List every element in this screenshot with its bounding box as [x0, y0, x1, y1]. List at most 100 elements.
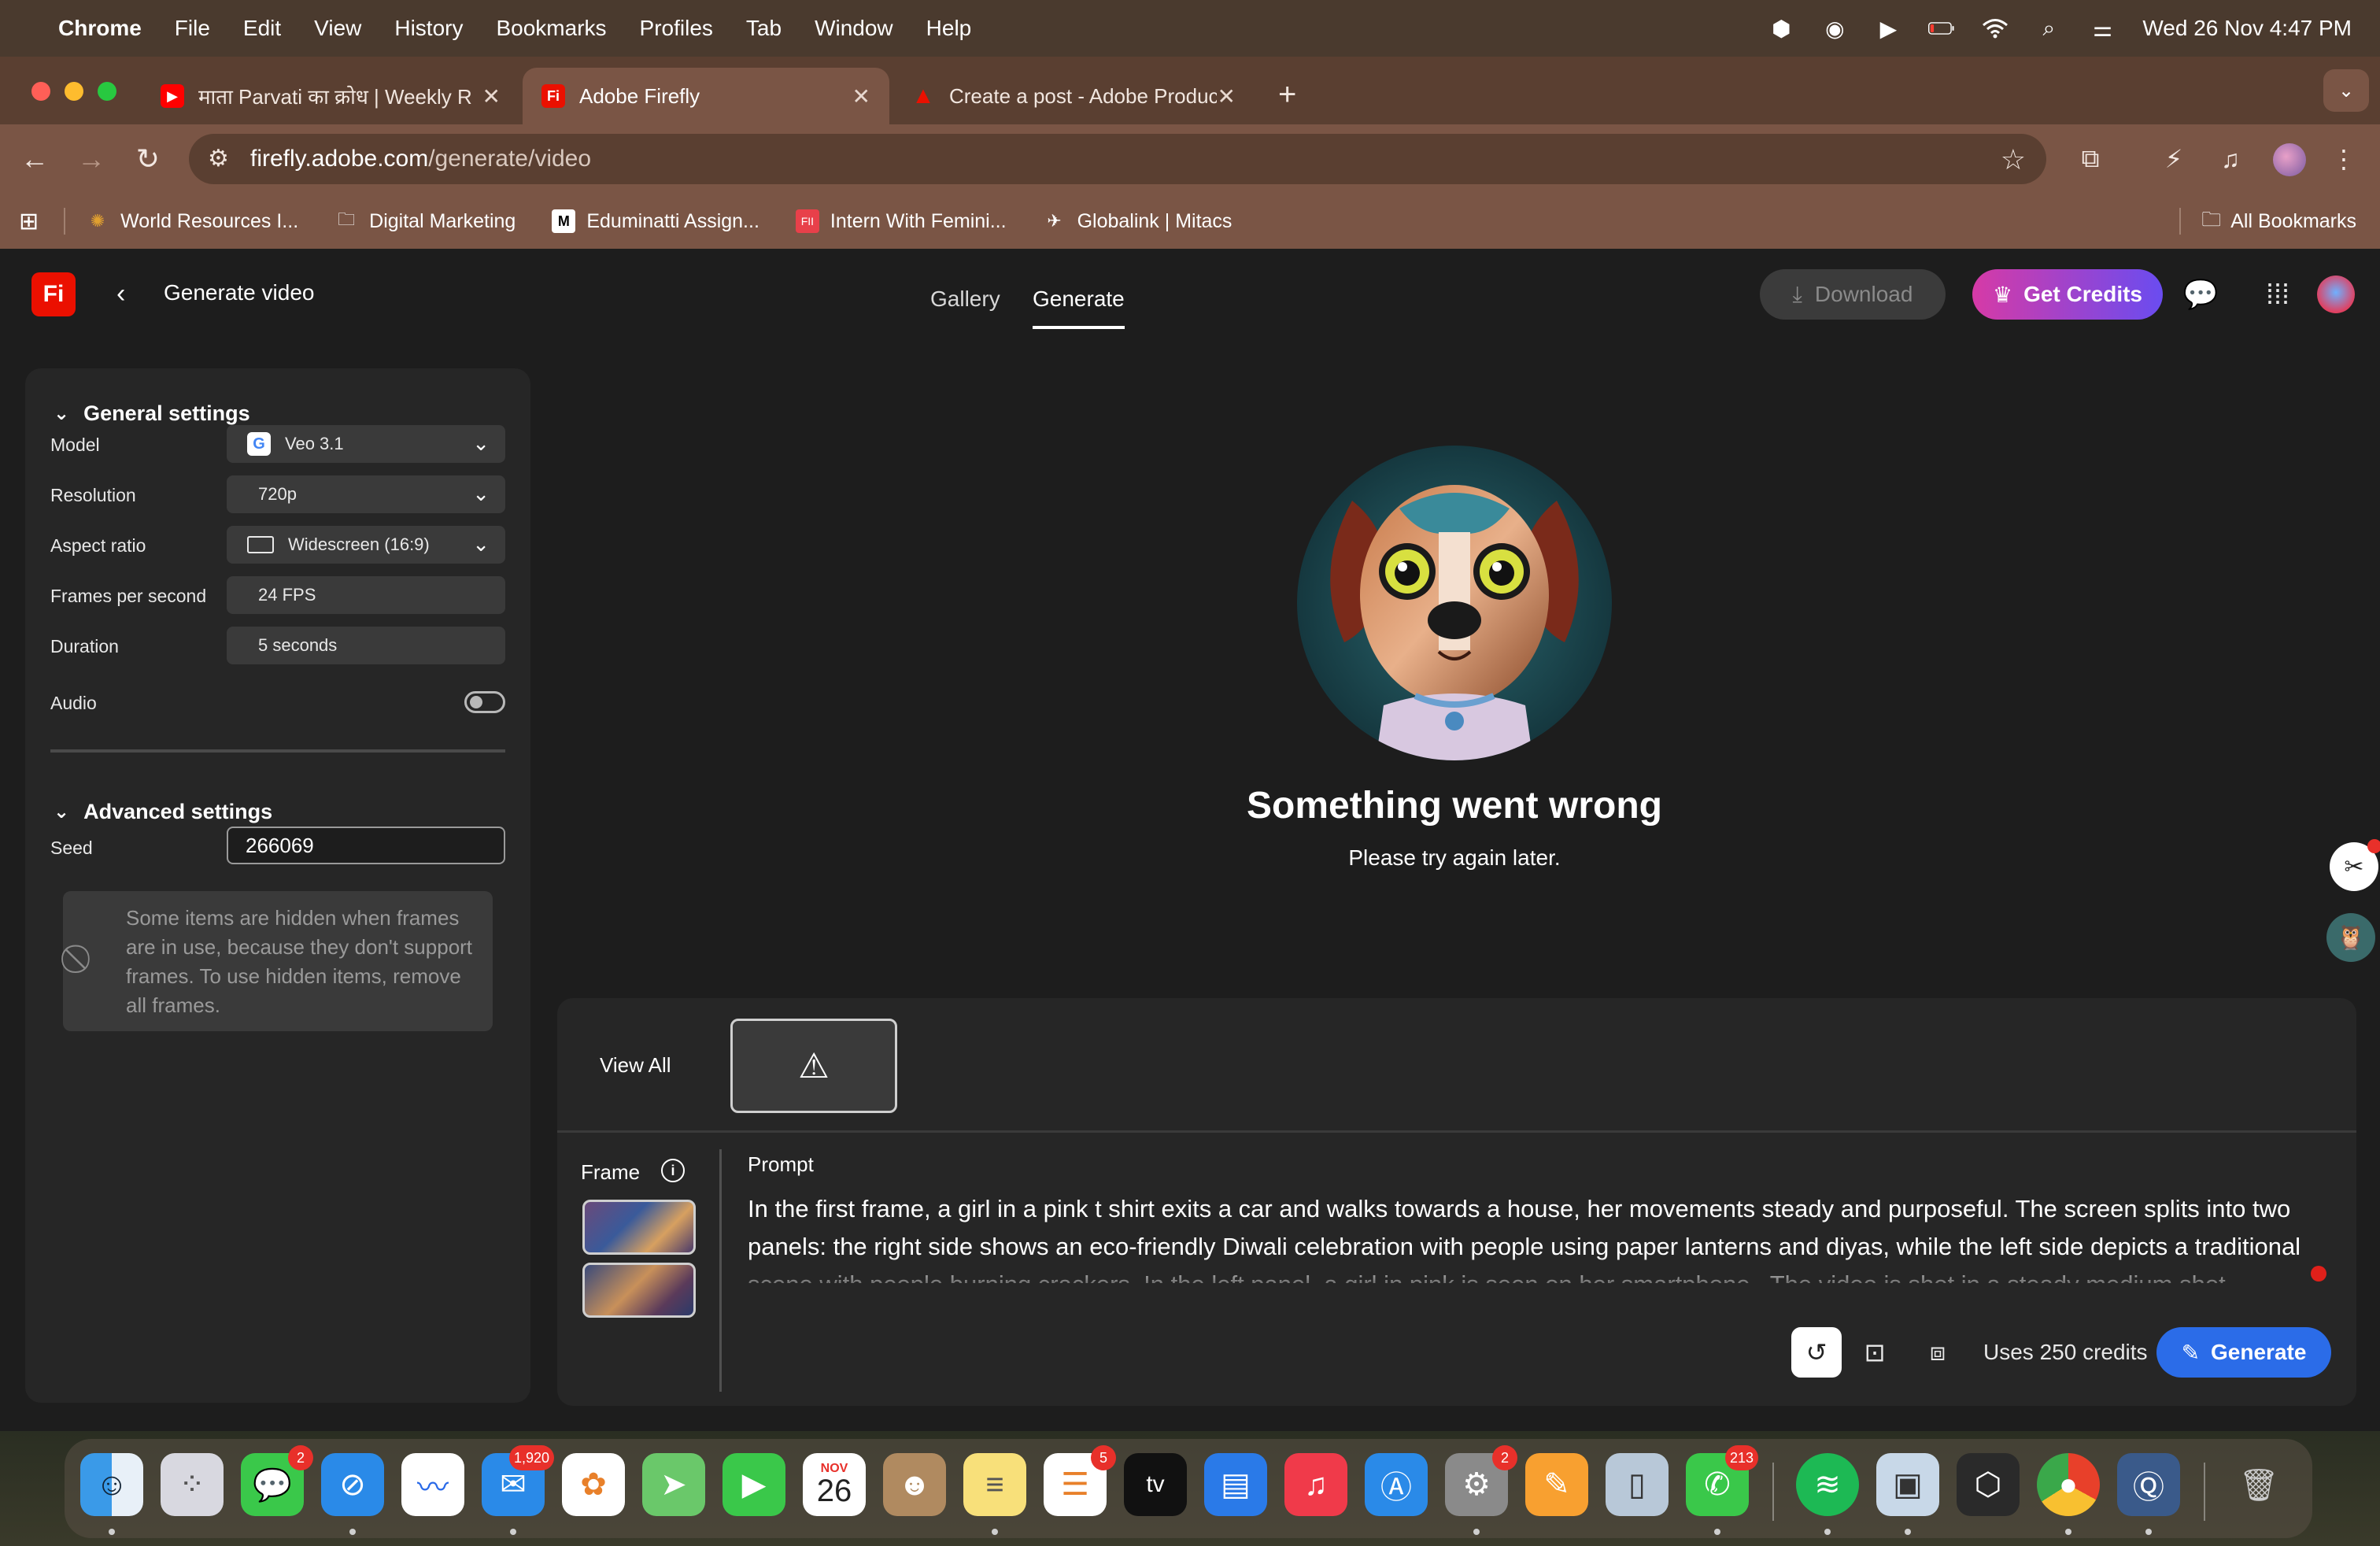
close-tab-icon[interactable]: ✕ [852, 83, 870, 109]
mail-icon[interactable]: ✉ 1,920 [482, 1445, 554, 1516]
menu-history[interactable]: History [394, 16, 463, 41]
media-controls-icon[interactable]: ♫ [2213, 142, 2248, 176]
menubar-datetime[interactable]: Wed 26 Nov 4:47 PM [2142, 16, 2352, 41]
address-bar[interactable]: ⚙ firefly.adobe.com/generate/video ☆ [189, 134, 2046, 184]
zoom-window-button[interactable] [98, 82, 116, 101]
back-chevron-icon[interactable]: ‹ [116, 279, 125, 309]
finder-icon[interactable]: ☺ [80, 1453, 143, 1516]
pages-icon[interactable]: ✎ [1525, 1453, 1588, 1516]
frame-thumbnail-first[interactable] [582, 1200, 696, 1255]
info-icon[interactable]: i [661, 1159, 685, 1182]
wifi-icon[interactable] [1982, 15, 2009, 42]
tab-adobe-post[interactable]: ▲ Create a post - Adobe Produc ✕ [893, 68, 1255, 124]
facetime-icon[interactable]: ▶ [722, 1453, 785, 1516]
utility-app-icon[interactable]: ⬡ [1957, 1453, 2020, 1516]
back-icon[interactable]: ← [16, 140, 54, 178]
trash-icon[interactable]: 🗑 [2227, 1453, 2290, 1516]
download-button[interactable]: ⤓ Download [1760, 269, 1946, 320]
menu-edit[interactable]: Edit [243, 16, 281, 41]
tab-gallery[interactable]: Gallery [930, 287, 1000, 312]
menu-bookmarks[interactable]: Bookmarks [496, 16, 606, 41]
calendar-icon[interactable]: NOV 26 [803, 1453, 866, 1516]
feedback-icon[interactable]: 💬 [2182, 276, 2219, 313]
scissors-extension-button[interactable]: ✂ [2330, 839, 2380, 891]
forward-icon[interactable]: → [72, 140, 110, 178]
image-settings-button[interactable]: ⊡ [1850, 1327, 1900, 1378]
avatar[interactable] [2317, 276, 2355, 313]
preview-icon[interactable]: ▣ [1876, 1453, 1939, 1516]
model-dropdown[interactable]: G Veo 3.1 ⌄ [227, 425, 505, 463]
minimize-window-button[interactable] [65, 82, 83, 101]
tab-youtube[interactable]: ▶ माता Parvati का क्रोध | Weekly R ✕ [142, 68, 519, 124]
iphone-mirroring-icon[interactable]: ▯ [1606, 1453, 1669, 1516]
history-button[interactable]: ↺ [1791, 1327, 1842, 1378]
close-window-button[interactable] [31, 82, 50, 101]
photos-icon[interactable]: ✿ [562, 1453, 625, 1516]
seed-input[interactable]: 266069 [227, 827, 505, 864]
advanced-settings-header[interactable]: ⌄ Advanced settings [54, 800, 272, 824]
general-settings-header[interactable]: ⌄ General settings [54, 401, 250, 426]
new-tab-icon[interactable]: + [1278, 77, 1296, 113]
maps-icon[interactable]: ➤ [642, 1453, 705, 1516]
tab-generate[interactable]: Generate [1033, 287, 1125, 329]
tab-adobe-firefly[interactable]: Fi Adobe Firefly ✕ [523, 68, 889, 124]
bookmark-digital-marketing[interactable]: 🗀 Digital Marketing [334, 209, 516, 233]
failed-generation-thumbnail[interactable]: ⚠ [730, 1019, 897, 1113]
system-settings-icon[interactable]: ⚙ 2 [1445, 1445, 1517, 1516]
extensions-icon[interactable]: ⧉ [2073, 142, 2108, 176]
all-bookmarks[interactable]: 🗀 All Bookmarks [2179, 205, 2356, 239]
tab-search-button[interactable]: ⌄ [2323, 69, 2369, 112]
battery-icon[interactable] [1928, 15, 1955, 42]
launchpad-icon[interactable]: ⁘ [161, 1453, 224, 1516]
quicktime-icon[interactable]: Ⓠ [2117, 1453, 2180, 1516]
owl-extension-button[interactable]: 🦉 [2326, 913, 2375, 962]
frame-thumbnail-last[interactable] [582, 1263, 696, 1318]
bookmark-world-resources[interactable]: ✺ World Resources I... [86, 209, 298, 233]
audio-toggle[interactable] [464, 691, 505, 713]
reminders-icon[interactable]: ☰ 5 [1044, 1445, 1116, 1516]
menu-file[interactable]: File [175, 16, 210, 41]
keynote-icon[interactable]: ▤ [1204, 1453, 1267, 1516]
play-icon[interactable]: ▶ [1875, 15, 1901, 42]
bookmark-intern-feminine[interactable]: FII Intern With Femini... [795, 209, 1007, 233]
credits-info-button[interactable]: ⧈ [1913, 1327, 1963, 1378]
control-center-icon[interactable]: ⚌ [2089, 15, 2116, 42]
freeform-icon[interactable]: 〰 [401, 1453, 464, 1516]
site-settings-icon[interactable]: ⚙ [208, 145, 229, 172]
apple-tv-icon[interactable]: tv [1124, 1453, 1187, 1516]
menu-window[interactable]: Window [815, 16, 893, 41]
generate-button[interactable]: ✎ Generate [2156, 1327, 2331, 1378]
bookmark-globalink[interactable]: ✈ Globalink | Mitacs [1043, 209, 1232, 233]
get-credits-button[interactable]: ♛ Get Credits [1972, 269, 2163, 320]
safari-icon[interactable]: ⊘ [321, 1453, 384, 1516]
bookmark-star-icon[interactable]: ☆ [2001, 143, 2026, 176]
close-tab-icon[interactable]: ✕ [1218, 83, 1236, 109]
view-all-link[interactable]: View All [600, 1053, 671, 1078]
grammarly-icon[interactable]: ◉ [1821, 15, 1848, 42]
menu-app-name[interactable]: Chrome [58, 16, 142, 41]
messages-icon[interactable]: 💬 2 [241, 1445, 313, 1516]
close-tab-icon[interactable]: ✕ [482, 83, 501, 109]
whatsapp-icon[interactable]: ✆ 213 [1686, 1445, 1758, 1516]
menu-profiles[interactable]: Profiles [640, 16, 713, 41]
notes-icon[interactable]: ≡ [963, 1453, 1026, 1516]
reload-icon[interactable]: ↻ [129, 140, 167, 178]
grammarly-indicator[interactable] [2311, 1266, 2326, 1282]
menu-tab[interactable]: Tab [746, 16, 782, 41]
cube-icon[interactable]: ⬢ [1768, 15, 1794, 42]
music-icon[interactable]: ♫ [1284, 1453, 1347, 1516]
spotlight-search-icon[interactable]: ⌕ [2035, 15, 2062, 42]
menu-view[interactable]: View [314, 16, 361, 41]
bookmark-eduminatti[interactable]: M Eduminatti Assign... [552, 209, 759, 233]
apps-grid-icon[interactable]: ⁞⁞⁞ [2259, 276, 2297, 313]
prompt-input[interactable]: In the first frame, a girl in a pink t s… [748, 1190, 2338, 1283]
aspect-ratio-dropdown[interactable]: Widescreen (16:9) ⌄ [227, 526, 505, 564]
apps-grid-icon[interactable]: ⊞ [19, 208, 39, 235]
chrome-icon[interactable]: ● [2037, 1453, 2100, 1516]
chrome-profile-avatar[interactable] [2273, 143, 2306, 176]
resolution-dropdown[interactable]: 720p ⌄ [227, 475, 505, 513]
contacts-icon[interactable]: ☻ [883, 1453, 946, 1516]
spotify-icon[interactable]: ≋ [1796, 1453, 1859, 1516]
firefly-logo[interactable]: Fi [31, 272, 76, 316]
chrome-menu-icon[interactable]: ⋮ [2326, 142, 2361, 176]
